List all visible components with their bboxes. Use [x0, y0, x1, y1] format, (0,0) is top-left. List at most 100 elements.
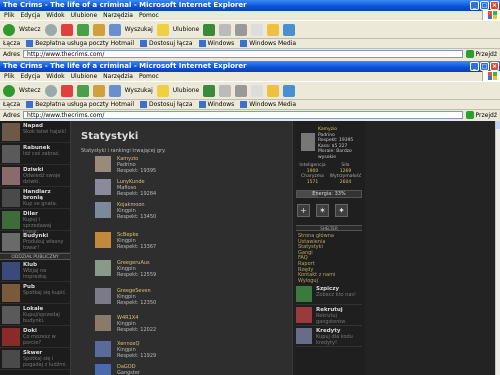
menu-view[interactable]: Widok	[46, 12, 64, 19]
back-icon[interactable]	[3, 84, 15, 97]
vertical-scrollbar[interactable]	[495, 121, 500, 375]
mail-icon[interactable]	[219, 84, 232, 97]
link-windows-media[interactable]: Windows Media	[240, 40, 296, 47]
ranking-row[interactable]: Kojakmoon Kingpin Respekt: 13450	[95, 200, 285, 222]
link-icon	[198, 40, 206, 47]
minimize-button[interactable]: _	[470, 62, 479, 71]
menu-item-square[interactable]: Skwer Spotkaj się i pogadaj z ludźmi.	[0, 348, 70, 370]
hookers-icon	[2, 167, 20, 185]
ranking-row[interactable]: GreegeruAus Kingpin Respekt: 12559	[95, 258, 285, 280]
menu-favorites[interactable]: Ulubione	[71, 12, 98, 19]
link-windows[interactable]: Windows	[198, 40, 234, 47]
menu-favorites[interactable]: Ulubione	[71, 73, 98, 80]
forward-icon[interactable]	[44, 23, 57, 36]
media-icon[interactable]	[203, 23, 216, 36]
menu-edit[interactable]: Edycja	[20, 12, 40, 19]
address-input[interactable]: http://www.thecrims.com/	[22, 50, 463, 58]
stop-icon[interactable]	[60, 84, 73, 97]
menu-item-hookers[interactable]: Dziwki Odwiedź swoje dziwki.	[0, 165, 70, 187]
menu-file[interactable]: Plik	[4, 12, 14, 19]
folder-icon[interactable]	[267, 23, 280, 36]
search-icon[interactable]	[108, 23, 121, 36]
ranking-row[interactable]: Kamyzio Padrino Respekt: 19395	[95, 154, 285, 176]
link-windows-media[interactable]: Windows Media	[240, 101, 296, 108]
link-customize[interactable]: Dostosuj łącza	[140, 40, 193, 47]
link-hotmail[interactable]: Bezpłatna usługa poczty Hotmail	[26, 101, 134, 108]
favorites-icon[interactable]	[156, 84, 169, 97]
back-icon[interactable]	[3, 23, 15, 36]
left-menu: Napad Skok łatwi hajsik! Rabunek Idź coś z…	[0, 121, 70, 375]
menu-file[interactable]: Plik	[4, 73, 14, 80]
menu-item-pub[interactable]: Pub Spotkaj się kupić.	[0, 282, 70, 304]
refresh-icon[interactable]	[76, 23, 89, 36]
minimize-button[interactable]: _	[470, 1, 479, 10]
home-icon[interactable]	[92, 84, 105, 97]
ranking-row[interactable]: XennoxQ Kingpin Respekt: 11929	[95, 339, 285, 361]
link-windows[interactable]: Windows	[198, 101, 234, 108]
menu-view[interactable]: Widok	[46, 73, 64, 80]
close-button[interactable]: ×	[490, 1, 499, 10]
favorites-label[interactable]: Ulubione	[173, 87, 200, 94]
menu-item-buildings[interactable]: Budynki Produkuj własny towar!	[0, 231, 70, 253]
ranking-row[interactable]: LunyKunde Mafioso Respekt: 19284	[95, 177, 285, 199]
menu-item-club[interactable]: Klub Wbijaj na imprezkę.	[0, 260, 70, 282]
menu-item-docks[interactable]: Doki Co mozesz w porcie?	[0, 326, 70, 348]
edit-icon[interactable]	[251, 23, 264, 36]
ranking-row[interactable]: ScBepke Kingpin Respekt: 13367	[95, 230, 285, 252]
sidebar-item-spies[interactable]: Szpiczy Zobacz kto nas!	[296, 286, 362, 306]
messenger-icon[interactable]	[283, 84, 296, 97]
print-icon[interactable]	[235, 23, 248, 36]
menu-item-dealer[interactable]: Diler Kupuj i sprzedawaj towar.	[0, 209, 70, 235]
fight-icon[interactable]: ✶	[316, 204, 329, 217]
menu-help[interactable]: Pomoc	[139, 12, 159, 19]
address-label: Adres	[3, 111, 20, 119]
media-icon[interactable]	[203, 84, 216, 97]
link-logout[interactable]: Wyloguj	[298, 278, 365, 285]
link-hotmail[interactable]: Bezpłatna usługa poczty Hotmail	[26, 40, 134, 47]
locations-icon	[2, 306, 20, 324]
search-label[interactable]: Wyszukaj	[125, 26, 153, 33]
sidebar-item-credits[interactable]: Kredyty Kupuj dla kodu kredyty!	[296, 328, 362, 348]
ranking-row[interactable]: DaGOD Gangster	[95, 362, 285, 375]
search-icon[interactable]	[108, 84, 121, 97]
favorites-icon[interactable]	[156, 23, 169, 36]
search-label[interactable]: Wyszukaj	[125, 87, 153, 94]
stop-icon[interactable]	[60, 23, 73, 36]
menu-item-arms-dealer[interactable]: Handlarz bronią Kup se gnata.	[0, 187, 70, 209]
ranking-row[interactable]: W4R1X4 Kingpin Respekt: 12022	[95, 313, 285, 335]
back-label[interactable]: Wstecz	[19, 87, 41, 94]
close-button[interactable]: ×	[490, 62, 499, 71]
ranking-row[interactable]: GreegeSeven Kingpin Respekt: 12350	[95, 286, 285, 308]
mail-icon[interactable]	[219, 23, 232, 36]
menu-item-locations[interactable]: Lokale Kupuj/sprzedaj budynki.	[0, 304, 70, 326]
messenger-icon[interactable]	[283, 23, 296, 36]
menu-tools[interactable]: Narzędzia	[103, 12, 133, 19]
avatar	[301, 133, 315, 151]
sidebar-item-recruit[interactable]: Rekrutuj Rekrutuj gangsterów	[296, 307, 362, 327]
menu-item-robbery[interactable]: Napad Skok łatwi hajsik!	[0, 121, 70, 143]
drugs-icon[interactable]: ✦	[335, 204, 348, 217]
edit-icon[interactable]	[251, 84, 264, 97]
maximize-button[interactable]: □	[480, 1, 489, 10]
maximize-button[interactable]: □	[480, 62, 489, 71]
profile-name: Kamyzio	[318, 127, 338, 132]
address-input[interactable]: http://www.thecrims.com/	[22, 111, 463, 119]
menu-edit[interactable]: Edycja	[20, 73, 40, 80]
link-customize[interactable]: Dostosuj łącza	[140, 101, 193, 108]
forward-icon[interactable]	[44, 84, 57, 97]
back-label[interactable]: Wstecz	[19, 26, 41, 33]
menu-help[interactable]: Pomoc	[139, 73, 159, 80]
refresh-icon[interactable]	[76, 84, 89, 97]
scroll-up-button[interactable]	[496, 121, 500, 129]
go-button[interactable]: Przejdź	[465, 111, 497, 119]
toolbar: Wstecz Wyszukaj Ulubione	[0, 81, 500, 100]
print-icon[interactable]	[235, 84, 248, 97]
menu-tools[interactable]: Narzędzia	[103, 73, 133, 80]
favorites-label[interactable]: Ulubione	[173, 26, 200, 33]
home-icon[interactable]	[92, 23, 105, 36]
hospital-icon[interactable]: +	[297, 204, 310, 217]
menu-bar: Plik Edycja Widok Ulubione Narzędzia Pom…	[0, 71, 500, 81]
go-button[interactable]: Przejdź	[465, 50, 497, 58]
folder-icon[interactable]	[267, 84, 280, 97]
menu-item-mugging[interactable]: Rabunek Idź coś zabrać.	[0, 143, 70, 165]
